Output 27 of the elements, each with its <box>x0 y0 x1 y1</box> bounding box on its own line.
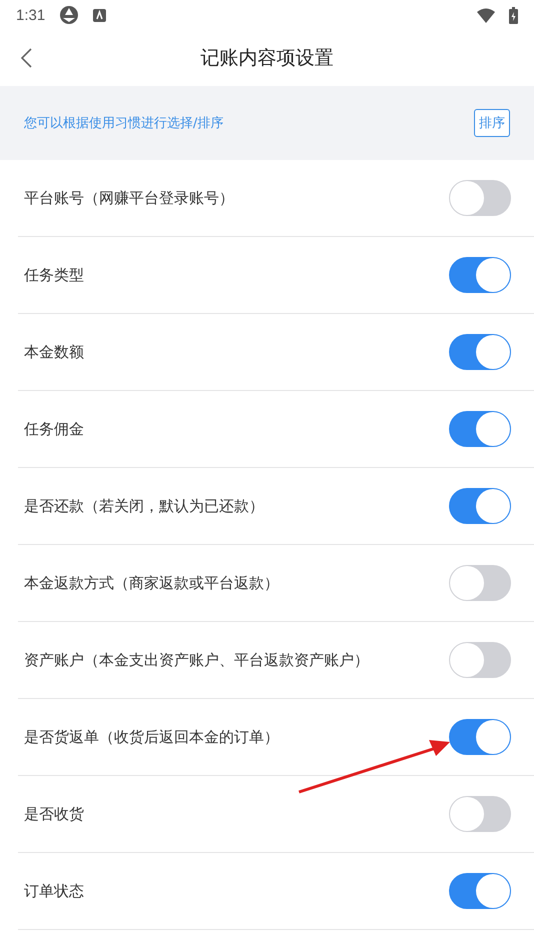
toggle-switch[interactable] <box>449 411 511 447</box>
toggle-switch[interactable] <box>449 565 511 601</box>
hint-text: 您可以根据使用习惯进行选择/排序 <box>24 115 224 132</box>
setting-label: 资产账户（本金支出资产账户、平台返款资产账户） <box>24 650 369 670</box>
toggle-switch[interactable] <box>449 796 511 832</box>
setting-label: 本金返款方式（商家返款或平台返款） <box>24 574 279 592</box>
toggle-switch[interactable] <box>449 180 511 216</box>
toggle-switch[interactable] <box>449 257 511 293</box>
toggle-switch[interactable] <box>449 334 511 370</box>
toggle-switch[interactable] <box>449 873 511 909</box>
setting-label: 本金数额 <box>24 342 84 362</box>
setting-label: 是否货返单（收货后返回本金的订单） <box>24 728 279 746</box>
page-title: 记账内容项设置 <box>200 46 334 71</box>
toggle-switch[interactable] <box>449 642 511 678</box>
toggle-switch[interactable] <box>449 719 511 755</box>
setting-label: 平台账号（网赚平台登录账号） <box>24 188 234 208</box>
setting-label: 任务佣金 <box>24 420 84 438</box>
setting-label: 任务类型 <box>24 266 84 284</box>
battery-icon <box>509 6 518 24</box>
setting-label: 订单状态 <box>24 882 84 900</box>
status-time: 1:31 <box>16 6 46 24</box>
sort-button[interactable]: 排序 <box>474 109 510 137</box>
setting-label: 是否还款（若关闭，默认为已还款） <box>24 496 264 516</box>
back-icon[interactable] <box>20 48 32 68</box>
wifi-icon <box>477 8 495 22</box>
toggle-switch[interactable] <box>449 488 511 524</box>
setting-label: 是否收货 <box>24 804 84 824</box>
